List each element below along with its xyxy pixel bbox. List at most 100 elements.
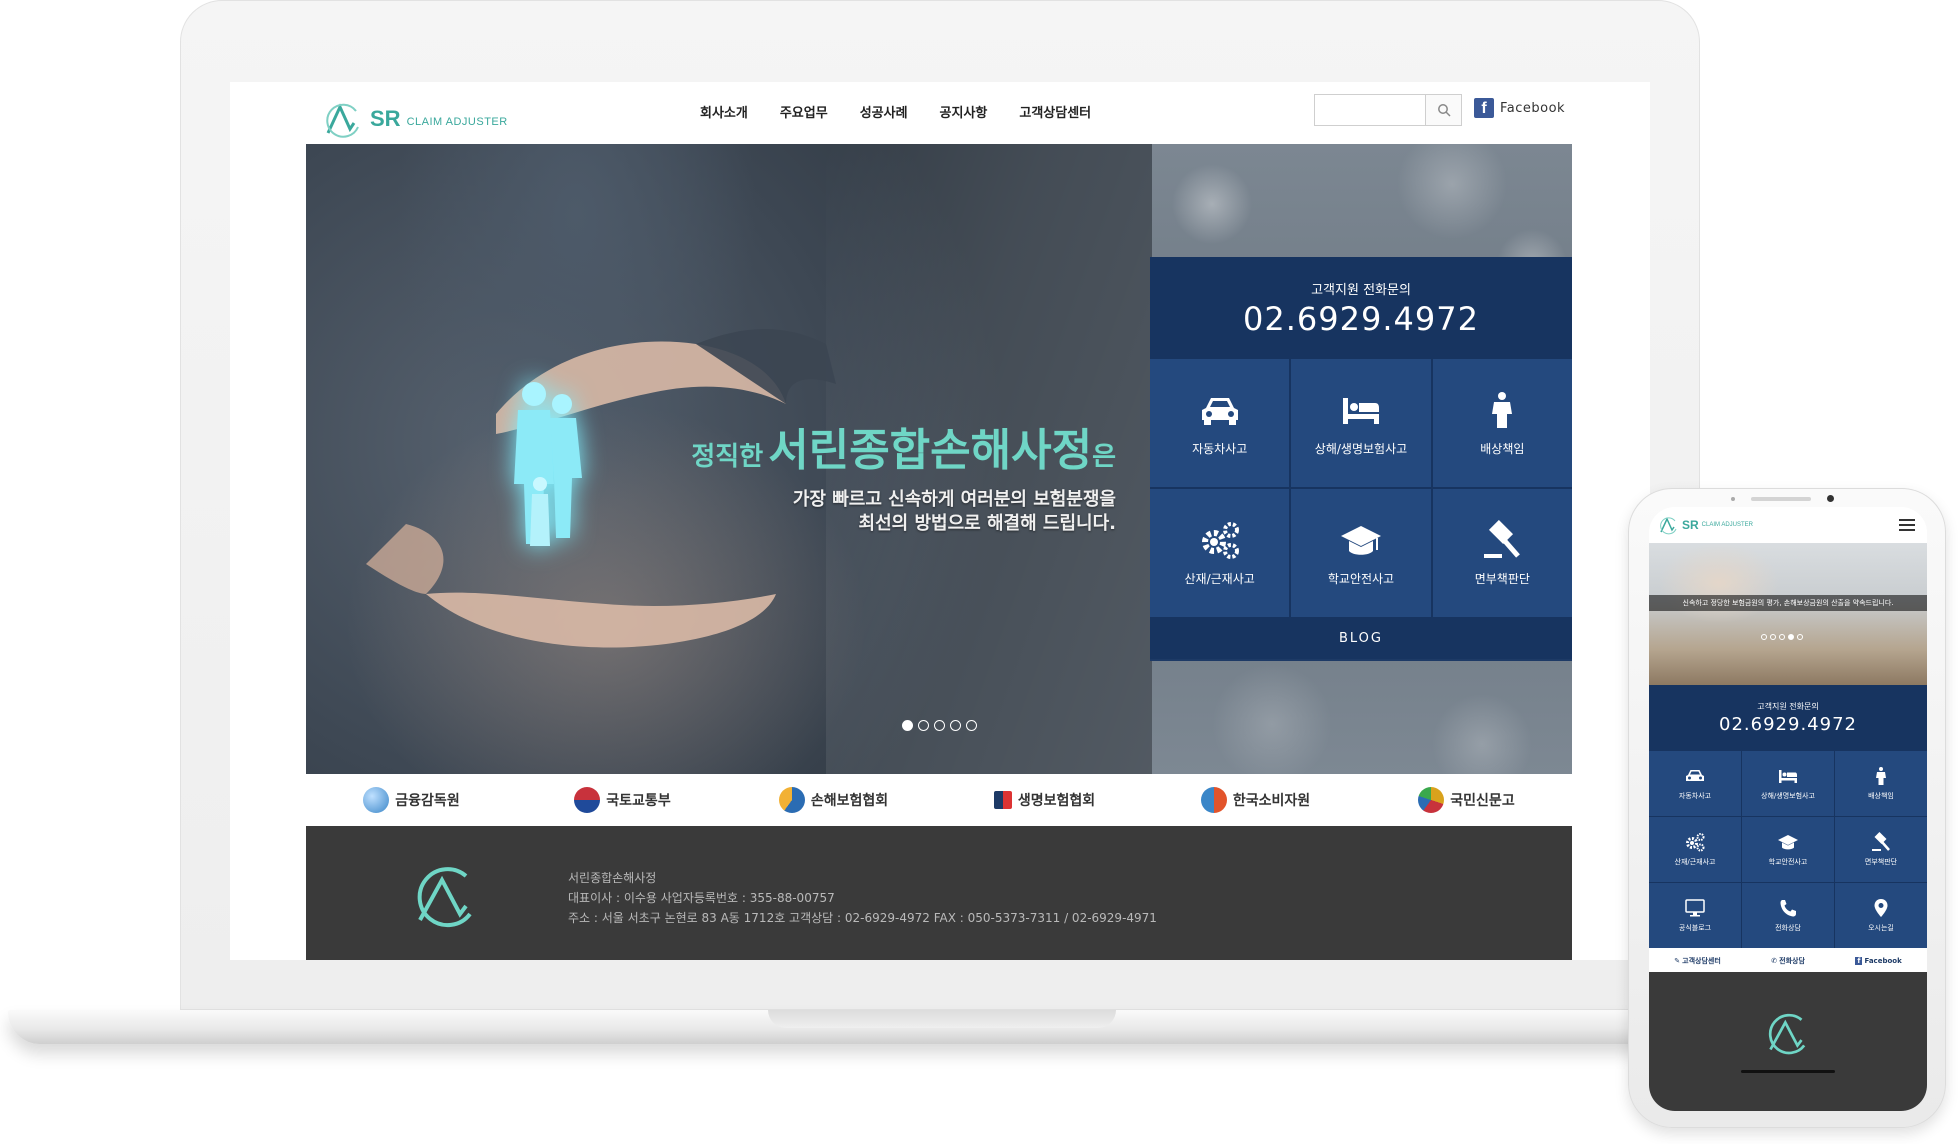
mobile-tile-label: 학교안전사고: [1768, 858, 1808, 866]
logo-subtitle: CLAIM ADJUSTER: [406, 116, 508, 128]
phone-speaker: [1751, 497, 1811, 501]
mobile-website: SR CLAIM ADJUSTER 신속하고 정당한 보험금원의 평가, 손해보…: [1649, 507, 1927, 1111]
car-icon: [1686, 770, 1704, 781]
mobile-tile-label: 배상책임: [1868, 792, 1894, 800]
facebook-link[interactable]: f Facebook: [1474, 98, 1565, 118]
gavel-icon: [1872, 832, 1890, 851]
phone-frame: SR CLAIM ADJUSTER 신속하고 정당한 보험금원의 평가, 손해보…: [1628, 488, 1946, 1128]
slider-dot[interactable]: [950, 720, 961, 731]
mobile-footer: [1649, 972, 1927, 1111]
mobile-link-label: Facebook: [1864, 957, 1902, 965]
mobile-tile-car-accident[interactable]: 자동차사고: [1649, 751, 1741, 816]
partner-label: 국토교통부: [606, 793, 671, 809]
mobile-tile-liability-judgment[interactable]: 면부책판단: [1835, 817, 1927, 882]
nav-item-services[interactable]: 주요업무: [780, 102, 828, 121]
contact-header: 고객지원 전화문의 02.6929.4972: [1150, 257, 1572, 359]
service-tile-label: 배상책임: [1480, 441, 1525, 456]
kca-logo-icon: [1200, 787, 1227, 813]
search-button[interactable]: [1425, 95, 1461, 125]
slider-dot[interactable]: [1770, 634, 1776, 640]
hero-headline-name: 서린종합손해사정: [768, 425, 1093, 476]
blog-button[interactable]: BLOG: [1150, 617, 1572, 659]
mobile-tile-phone-consult[interactable]: 전화상담: [1742, 883, 1834, 948]
mobile-hero-image: 신속하고 정당한 보험금원의 평가, 손해보상금원의 산출을 약속드립니다.: [1649, 543, 1927, 685]
service-tile-liability[interactable]: 배상책임: [1432, 359, 1572, 487]
slider-dot[interactable]: [934, 720, 945, 731]
footer-company-info: 서린종합손해사정 대표이사 : 이수용 사업자등록번호 : 355-88-007…: [568, 868, 1157, 928]
mobile-tile-official-blog[interactable]: 공식블로그: [1649, 883, 1741, 948]
hero-slider: 정직한 서린종합손해사정은 가장 빠르고 신속하게 여러분의 보험분쟁을 최선의…: [306, 144, 1572, 774]
partner-epeople[interactable]: 국민신문고: [1361, 787, 1572, 813]
partner-molit[interactable]: 국토교통부: [517, 787, 728, 813]
partner-klia[interactable]: 생명보험협회: [939, 790, 1150, 810]
partner-fss[interactable]: 금융감독원: [306, 787, 517, 813]
nav-item-about[interactable]: 회사소개: [700, 102, 748, 121]
slider-dot[interactable]: [1761, 634, 1767, 640]
hero-headline-suffix: 은: [1092, 442, 1116, 472]
partner-label: 금융감독원: [395, 793, 460, 809]
service-tile-industrial-accident[interactable]: 산재/근재사고: [1150, 489, 1290, 617]
mobile-tile-industrial-accident[interactable]: 산재/근재사고: [1649, 817, 1741, 882]
site-logo[interactable]: SR CLAIM ADJUSTER: [320, 94, 520, 144]
slider-dot[interactable]: [918, 720, 929, 731]
gears-icon: [1201, 521, 1239, 559]
mobile-tile-directions[interactable]: 오시는길: [1835, 883, 1927, 948]
footer-company-name: 서린종합손해사정: [568, 871, 657, 885]
partner-kca[interactable]: 한국소비자원: [1150, 787, 1361, 813]
nav-item-notice[interactable]: 공지사항: [940, 102, 988, 121]
mobile-link-phone[interactable]: ✆ 전화상담: [1771, 956, 1805, 966]
mobile-tile-injury-life[interactable]: 상해/생명보험사고: [1742, 751, 1834, 816]
logo-text: SR: [1682, 518, 1699, 532]
service-tile-label: 상해/생명보험사고: [1314, 441, 1408, 456]
hamburger-menu-icon[interactable]: [1899, 519, 1915, 531]
home-indicator: [1741, 1070, 1835, 1073]
mobile-slider-pagination: [1761, 634, 1803, 640]
mobile-logo[interactable]: SR CLAIM ADJUSTER: [1657, 515, 1753, 535]
footer-ceo-registration: 대표이사 : 이수용 사업자등록번호 : 355-88-00757: [568, 891, 835, 905]
facebook-icon: f: [1855, 957, 1863, 965]
mobile-quick-links: ✎ 고객상담센터 ✆ 전화상담 f Facebook: [1649, 950, 1927, 972]
phone-camera: [1827, 495, 1834, 502]
hero-subtitle-line1: 가장 빠르고 신속하게 여러분의 보험분쟁을: [792, 489, 1116, 510]
service-tile-liability-judgment[interactable]: 면부책판단: [1432, 489, 1572, 617]
logo-text: SR: [370, 106, 401, 131]
service-tile-school-safety[interactable]: 학교안전사고: [1291, 489, 1431, 617]
search-input[interactable]: [1315, 95, 1425, 125]
mobile-tile-label: 면부책판단: [1864, 858, 1898, 866]
mobile-link-facebook[interactable]: f Facebook: [1855, 957, 1902, 965]
mobile-tile-label: 상해/생명보험사고: [1761, 792, 1815, 800]
hero-headline: 정직한 서린종합손해사정은: [626, 414, 1116, 478]
hero-subtitle: 가장 빠르고 신속하게 여러분의 보험분쟁을 최선의 방법으로 해결해 드립니다…: [626, 488, 1116, 536]
hero-subtitle-line2: 최선의 방법으로 해결해 드립니다.: [858, 513, 1116, 534]
service-tile-injury-life[interactable]: 상해/생명보험사고: [1291, 359, 1431, 487]
mobile-tile-liability[interactable]: 배상책임: [1835, 751, 1927, 816]
hero-copy: 정직한 서린종합손해사정은 가장 빠르고 신속하게 여러분의 보험분쟁을 최선의…: [626, 414, 1116, 536]
mobile-tile-school-safety[interactable]: 학교안전사고: [1742, 817, 1834, 882]
contact-phone[interactable]: 02.6929.4972: [1243, 300, 1479, 338]
mobile-header: SR CLAIM ADJUSTER: [1649, 507, 1927, 543]
map-pin-icon: [1874, 899, 1888, 917]
slider-dot[interactable]: [1788, 634, 1794, 640]
slider-pagination: [902, 720, 977, 731]
site-footer: 서린종합손해사정 대표이사 : 이수용 사업자등록번호 : 355-88-007…: [306, 826, 1572, 960]
slider-dot[interactable]: [966, 720, 977, 731]
logo-subtitle: CLAIM ADJUSTER: [1701, 522, 1754, 528]
service-tile-car-accident[interactable]: 자동차사고: [1150, 359, 1290, 487]
car-icon: [1201, 397, 1238, 425]
nav-item-support[interactable]: 고객상담센터: [1019, 102, 1091, 121]
contact-phone[interactable]: 02.6929.4972: [1719, 714, 1857, 735]
fss-logo-icon: [363, 787, 390, 813]
main-nav: 회사소개 주요업무 성공사례 공지사항 고객상담센터: [700, 102, 1091, 121]
slider-dot[interactable]: [1797, 634, 1803, 640]
epeople-logo-icon: [1418, 787, 1445, 813]
slider-dot[interactable]: [1779, 634, 1785, 640]
graduation-cap-icon: [1778, 835, 1798, 850]
bed-icon: [1342, 397, 1379, 424]
service-tile-label: 면부책판단: [1474, 571, 1530, 586]
nav-item-cases[interactable]: 성공사례: [860, 102, 908, 121]
mobile-hero-caption: 신속하고 정당한 보험금원의 평가, 손해보상금원의 산출을 약속드립니다.: [1649, 595, 1927, 611]
slider-dot[interactable]: [902, 720, 913, 731]
mobile-link-support-center[interactable]: ✎ 고객상담센터: [1674, 956, 1721, 966]
partner-gia[interactable]: 손해보험협회: [728, 787, 939, 813]
footer-logo-icon: [417, 867, 472, 928]
